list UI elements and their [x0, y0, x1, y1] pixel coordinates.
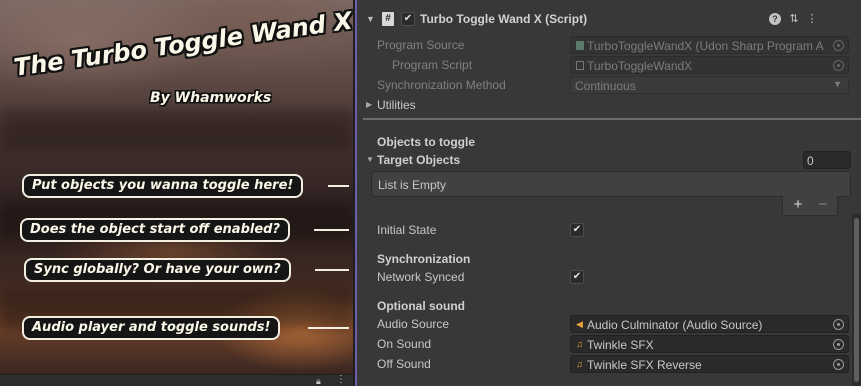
utilities-foldout[interactable]: ▶ Utilities [355, 95, 861, 115]
list-footer: + − [782, 196, 838, 216]
synchronization-header: Synchronization [377, 252, 471, 266]
audio-source-field[interactable]: ◀ Audio Culminator (Audio Source) [570, 315, 849, 333]
callout-line [315, 269, 349, 271]
callout-toggle-objects: Put objects you wanna toggle here! [22, 174, 304, 198]
network-synced-row: Network Synced ✔ [355, 267, 861, 287]
initial-state-row: Initial State ✔ [355, 220, 861, 240]
callout-line [314, 229, 349, 231]
object-picker-icon[interactable] [833, 40, 844, 51]
sync-section-header: Synchronization [355, 249, 861, 269]
audio-source-value: Audio Culminator (Audio Source) [587, 318, 763, 332]
callout-label: Audio player and toggle sounds! [22, 316, 281, 340]
promo-title: The Turbo Toggle Wand X [12, 6, 353, 82]
audio-clip-icon: ♫ [576, 339, 583, 349]
objects-to-toggle-header: Objects to toggle [377, 135, 476, 149]
callout-initial-state: Does the object start off enabled? [20, 218, 290, 242]
more-options-icon[interactable]: ⋮ [336, 375, 346, 385]
target-objects-list: List is Empty [371, 171, 851, 197]
promo-byline: By Whamworks [150, 90, 272, 106]
program-script-row: Program Script TurboToggleWandX [355, 55, 861, 75]
udon-program-icon [576, 41, 584, 50]
callout-label: Does the object start off enabled? [20, 218, 290, 242]
help-icon[interactable]: ? [769, 13, 781, 25]
optional-sound-header: Optional sound [377, 299, 465, 313]
callout-line [308, 327, 349, 329]
audio-source-icon: ◀ [576, 319, 583, 329]
cs-script-icon [576, 61, 584, 70]
program-script-value: TurboToggleWandX [587, 59, 693, 73]
preset-icon[interactable]: ⇅ [787, 12, 801, 26]
add-element-button[interactable]: + [788, 197, 808, 213]
inspector-panel: ▼ # ✔ Turbo Toggle Wand X (Script) ? ⇅ ⋮… [355, 0, 861, 386]
program-source-label: Program Source [377, 38, 465, 52]
program-script-label: Program Script [392, 58, 473, 72]
scrollbar-thumb[interactable] [854, 218, 859, 382]
initial-state-label: Initial State [377, 223, 437, 237]
expanded-arrow-icon[interactable]: ▼ [366, 14, 375, 24]
off-sound-label: Off Sound [377, 357, 431, 371]
audio-source-row: Audio Source ◀ Audio Culminator (Audio S… [355, 314, 861, 334]
collapsed-arrow-icon[interactable]: ▶ [366, 100, 372, 109]
network-synced-checkbox[interactable]: ✔ [570, 270, 584, 284]
promo-image: The Turbo Toggle Wand X By Whamworks Put… [0, 0, 353, 374]
network-synced-label: Network Synced [377, 270, 465, 284]
initial-state-checkbox[interactable]: ✔ [570, 223, 584, 237]
program-source-value: TurboToggleWandX (Udon Sharp Program A [587, 39, 824, 53]
program-source-field[interactable]: TurboToggleWandX (Udon Sharp Program A [570, 36, 849, 54]
object-picker-icon[interactable] [833, 319, 844, 330]
on-sound-row: On Sound ♫ Twinkle SFX [355, 334, 861, 354]
component-enabled-checkbox[interactable]: ✔ [401, 12, 415, 26]
callout-audio: Audio player and toggle sounds! [22, 316, 281, 340]
utilities-label[interactable]: Utilities [377, 98, 416, 112]
promo-haze [0, 110, 353, 150]
section-separator [363, 118, 861, 120]
object-picker-icon[interactable] [833, 339, 844, 350]
component-title: Turbo Toggle Wand X (Script) [420, 12, 588, 26]
script-icon: # [382, 12, 394, 26]
target-objects-count-field[interactable]: 0 [803, 151, 851, 169]
sync-method-row: Synchronization Method Continuous ▼ [355, 75, 861, 95]
sound-section-header: Optional sound [355, 296, 861, 316]
menu-icon[interactable]: ⋮ [805, 12, 819, 26]
program-script-field[interactable]: TurboToggleWandX [570, 56, 849, 74]
preview-toolbar: 🔒︎ ⋮ [0, 374, 353, 386]
expanded-arrow-icon[interactable]: ▼ [366, 155, 374, 164]
objects-section-header: Objects to toggle [355, 132, 861, 152]
sync-method-label: Synchronization Method [377, 78, 506, 92]
sync-method-dropdown[interactable]: Continuous ▼ [570, 76, 849, 94]
off-sound-field[interactable]: ♫ Twinkle SFX Reverse [570, 355, 849, 373]
audio-source-label: Audio Source [377, 317, 450, 331]
callout-label: Sync globally? Or have your own? [24, 258, 291, 282]
remove-element-button[interactable]: − [813, 197, 833, 213]
chevron-down-icon: ▼ [833, 79, 842, 89]
callout-sync: Sync globally? Or have your own? [24, 258, 291, 282]
lock-icon[interactable]: 🔒︎ [316, 376, 321, 386]
component-header[interactable]: ▼ # ✔ Turbo Toggle Wand X (Script) ? ⇅ ⋮ [357, 9, 861, 31]
list-empty-text: List is Empty [378, 178, 447, 192]
target-objects-row: ▼ Target Objects 0 [355, 150, 861, 170]
sync-method-value: Continuous [575, 79, 636, 93]
off-sound-row: Off Sound ♫ Twinkle SFX Reverse [355, 354, 861, 374]
callout-label: Put objects you wanna toggle here! [22, 174, 304, 198]
callout-line [328, 185, 349, 187]
object-picker-icon[interactable] [833, 359, 844, 370]
audio-clip-icon: ♫ [576, 359, 583, 369]
target-objects-label[interactable]: Target Objects [377, 153, 460, 167]
on-sound-field[interactable]: ♫ Twinkle SFX [570, 335, 849, 353]
object-picker-icon[interactable] [833, 60, 844, 71]
on-sound-label: On Sound [377, 337, 432, 351]
off-sound-value: Twinkle SFX Reverse [587, 358, 702, 372]
program-source-row: Program Source TurboToggleWandX (Udon Sh… [355, 35, 861, 55]
target-objects-count: 0 [807, 154, 814, 168]
on-sound-value: Twinkle SFX [587, 338, 654, 352]
